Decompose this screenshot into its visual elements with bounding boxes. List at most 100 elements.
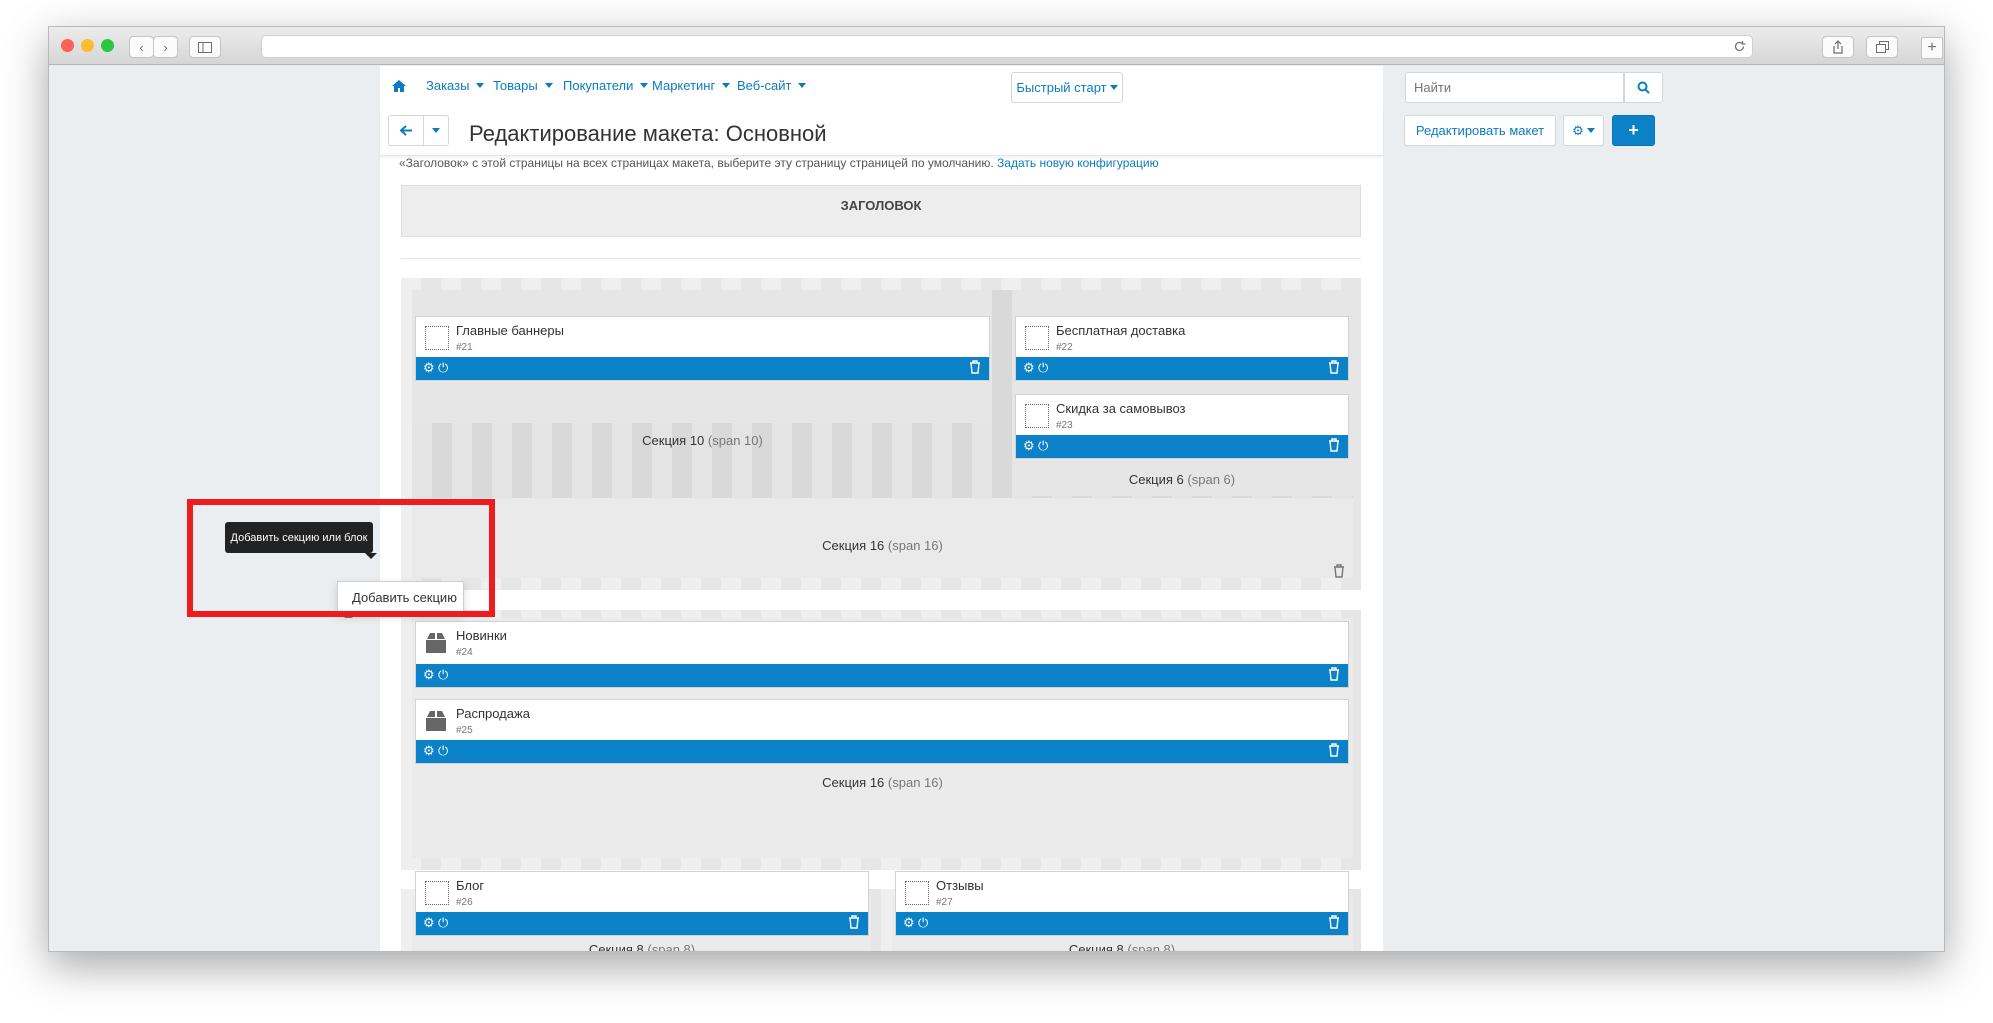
section-span: (span 16) <box>887 538 943 553</box>
gear-icon[interactable]: ⚙ <box>423 360 435 376</box>
block-name: Главные баннеры <box>456 323 564 338</box>
search-input[interactable] <box>1405 72 1624 103</box>
caret-down-icon <box>640 83 649 88</box>
trash-icon[interactable] <box>1328 743 1340 757</box>
section-16-middle-label: Секция 16 (span 16) <box>412 775 1353 790</box>
add-button[interactable]: + <box>1612 115 1655 146</box>
block-id: #26 <box>456 897 473 908</box>
trash-icon[interactable] <box>1333 564 1345 578</box>
chevron-right-icon: › <box>163 39 168 55</box>
trash-icon[interactable] <box>1328 915 1340 929</box>
block-name: Распродажа <box>456 706 530 721</box>
section-span: (span 10) <box>707 433 763 448</box>
share-icon <box>1833 40 1843 54</box>
browser-window: ‹ › + Заказы Товары Покупатели Маркетинг… <box>48 26 1945 952</box>
trash-icon[interactable] <box>1328 360 1340 374</box>
nav-marketing-label: Маркетинг <box>652 78 716 93</box>
block-id: #23 <box>1056 420 1073 431</box>
gear-icon[interactable]: ⚙ <box>423 743 435 759</box>
block-id: #24 <box>456 647 473 658</box>
block-name: Блог <box>456 878 485 893</box>
block-name: Новинки <box>456 628 507 643</box>
address-bar[interactable] <box>261 35 1753 58</box>
power-icon[interactable]: ⏻ <box>918 915 928 931</box>
section-16-top-label: Секция 16 (span 16) <box>412 538 1353 553</box>
share-button[interactable] <box>1822 36 1854 58</box>
section-8-left-label: Секция 8 (span 8) <box>415 942 869 952</box>
caret-down-icon <box>432 128 440 133</box>
gear-icon[interactable]: ⚙ <box>423 667 435 683</box>
power-icon[interactable]: ⏻ <box>1038 360 1048 376</box>
quick-start-button[interactable]: Быстрый старт <box>1011 72 1123 103</box>
block-blog[interactable]: Блог #26 ⚙ ⏻ <box>415 871 869 936</box>
trash-icon[interactable] <box>1328 438 1340 452</box>
section-name: Секция 8 <box>588 942 644 952</box>
power-icon[interactable]: ⏻ <box>438 743 448 759</box>
gear-icon[interactable]: ⚙ <box>1023 360 1035 376</box>
header-container: ЗАГОЛОВОК <box>401 185 1361 237</box>
back-history-dropdown[interactable] <box>423 115 449 146</box>
nav-products[interactable]: Товары <box>493 78 553 93</box>
power-icon[interactable]: ⏻ <box>438 915 448 931</box>
search-button[interactable] <box>1624 72 1663 103</box>
nav-website-label: Веб-сайт <box>737 78 792 93</box>
quick-start-label: Быстрый старт <box>1016 80 1107 95</box>
gear-icon[interactable]: ⚙ <box>423 915 435 931</box>
block-toolbar: ⚙ ⏻ <box>416 740 1348 763</box>
home-icon[interactable] <box>392 80 406 92</box>
block-free-delivery[interactable]: Бесплатная доставка #22 ⚙ ⏻ <box>1015 316 1349 381</box>
gear-icon[interactable]: ⚙ <box>903 915 915 931</box>
gear-icon[interactable]: ⚙ <box>1023 438 1035 454</box>
nav-orders[interactable]: Заказы <box>426 78 485 93</box>
default-page-notice: «Заголовок» с этой страницы на всех стра… <box>399 156 1365 172</box>
block-main-banners[interactable]: Главные баннеры #21 ⚙ ⏻ <box>415 316 990 381</box>
trash-icon[interactable] <box>969 360 981 374</box>
gear-icon: ⚙ <box>1572 122 1584 138</box>
settings-dropdown-button[interactable]: ⚙ <box>1563 115 1604 146</box>
notice-text: «Заголовок» с этой страницы на всех стра… <box>399 156 994 170</box>
block-id: #21 <box>456 342 473 353</box>
forward-button[interactable]: › <box>153 36 178 58</box>
block-new-arrivals[interactable]: Новинки #24 ⚙ ⏻ <box>415 621 1349 688</box>
power-icon[interactable]: ⏻ <box>438 667 448 683</box>
box-icon <box>426 711 446 731</box>
section-name: Секция 16 <box>822 538 885 553</box>
new-tab-button[interactable]: + <box>1921 37 1943 59</box>
nav-website[interactable]: Веб-сайт <box>737 78 807 93</box>
caret-down-icon <box>798 83 807 88</box>
nav-customers-label: Покупатели <box>563 78 634 93</box>
sidebar-icon <box>198 41 212 53</box>
caret-down-icon <box>476 83 485 88</box>
section-name: Секция 16 <box>822 775 885 790</box>
divider <box>401 258 1361 259</box>
chevron-left-icon: ‹ <box>139 39 144 55</box>
tabs-overview-button[interactable] <box>1866 36 1898 58</box>
minimize-window-button[interactable] <box>81 39 94 52</box>
new-configuration-link[interactable]: Задать новую конфигурацию <box>997 156 1159 170</box>
trash-icon[interactable] <box>848 915 860 929</box>
section-span: (span 8) <box>647 942 696 952</box>
plus-icon: + <box>1927 39 1937 56</box>
section-span: (span 8) <box>1127 942 1176 952</box>
power-icon[interactable]: ⏻ <box>438 360 448 376</box>
back-button[interactable]: ‹ <box>129 36 154 58</box>
block-sale[interactable]: Распродажа #25 ⚙ ⏻ <box>415 699 1349 764</box>
block-pickup-discount[interactable]: Скидка за самовывоз #23 ⚙ ⏻ <box>1015 394 1349 459</box>
back-to-list-button[interactable] <box>388 115 424 146</box>
section-span: (span 6) <box>1187 472 1236 487</box>
edit-layout-button[interactable]: Редактировать макет <box>1404 115 1556 146</box>
zoom-window-button[interactable] <box>101 39 114 52</box>
block-toolbar: ⚙ ⏻ <box>416 664 1348 687</box>
block-toolbar: ⚙ ⏻ <box>896 912 1348 935</box>
browser-titlebar: ‹ › + <box>49 27 1944 65</box>
sidebar-toggle-button[interactable] <box>189 36 221 58</box>
nav-marketing[interactable]: Маркетинг <box>652 78 731 93</box>
block-toolbar: ⚙ ⏻ <box>416 912 868 935</box>
power-icon[interactable]: ⏻ <box>1038 438 1048 454</box>
plus-icon: + <box>1628 120 1639 140</box>
block-reviews[interactable]: Отзывы #27 ⚙ ⏻ <box>895 871 1349 936</box>
nav-customers[interactable]: Покупатели <box>563 78 649 93</box>
reload-icon <box>1734 41 1746 52</box>
trash-icon[interactable] <box>1328 667 1340 681</box>
close-window-button[interactable] <box>61 39 74 52</box>
